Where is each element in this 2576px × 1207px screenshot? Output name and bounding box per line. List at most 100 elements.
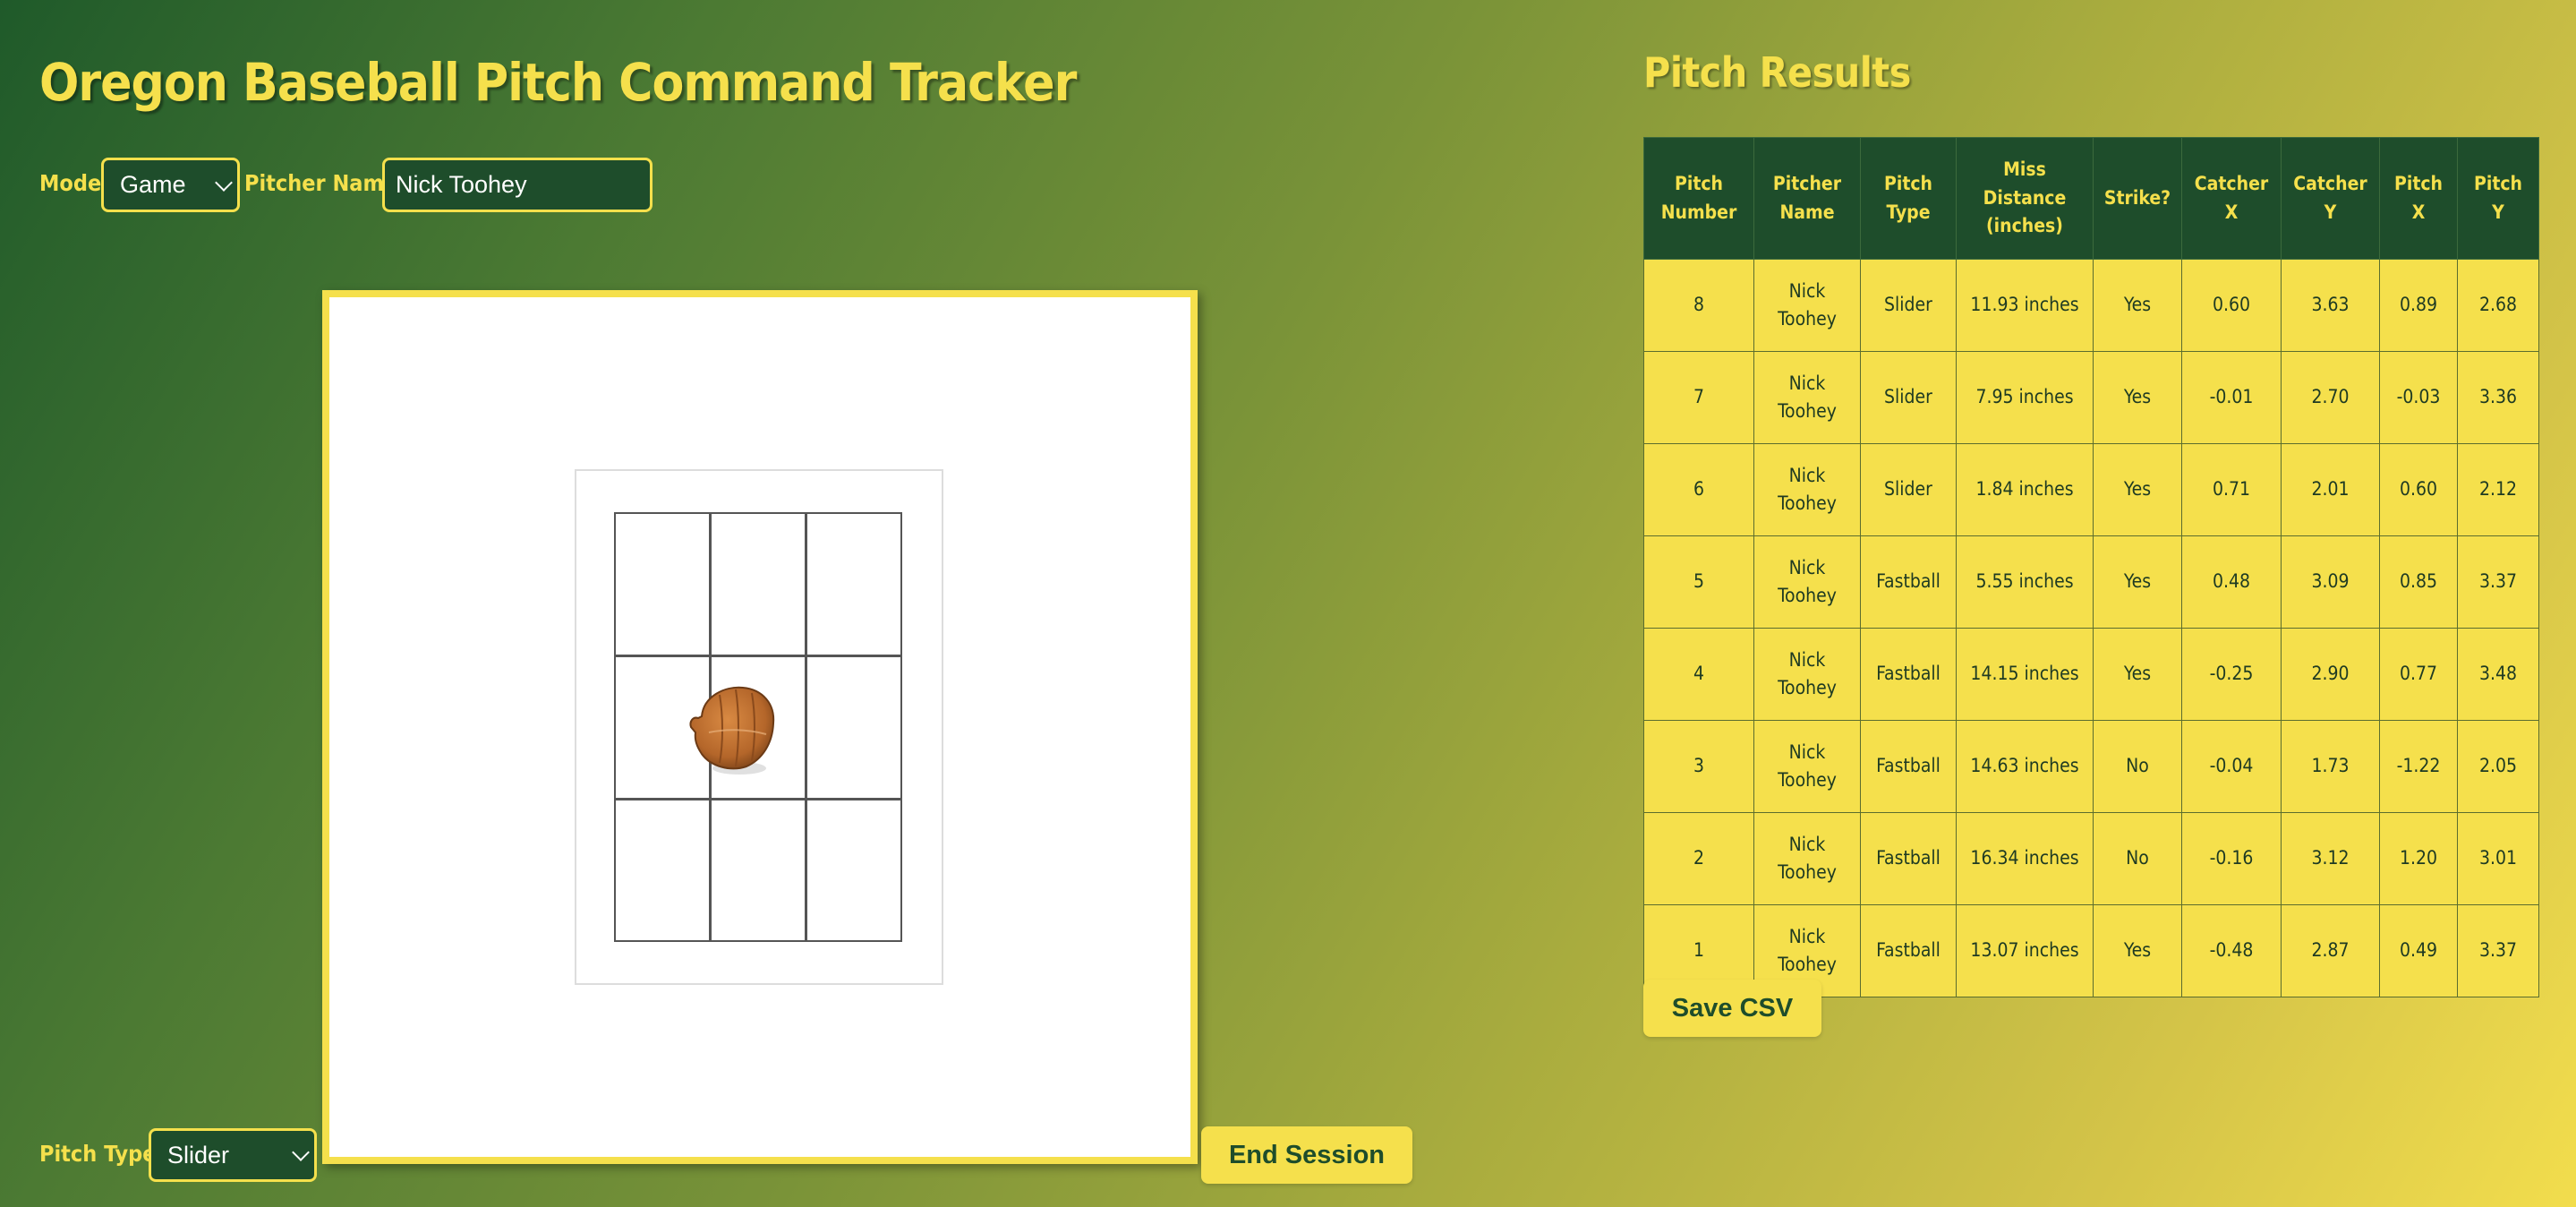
table-cell: 1.73 bbox=[2281, 720, 2380, 813]
table-cell: Yes bbox=[2093, 628, 2182, 721]
table-cell: 3 bbox=[1643, 720, 1754, 813]
table-cell: 0.71 bbox=[2181, 443, 2282, 536]
column-header: Strike? bbox=[2093, 137, 2182, 260]
table-row: 5 Nick Toohey Fastball 5.55 inches Yes 0.48 3.0… bbox=[1643, 535, 2539, 629]
table-cell: 13.07 inches bbox=[1956, 904, 2094, 997]
table-cell: 16.34 inches bbox=[1956, 812, 2094, 905]
table-cell: 1.84 inches bbox=[1956, 443, 2094, 536]
table-cell: 3.36 bbox=[2457, 351, 2539, 444]
column-header: Catcher X bbox=[2181, 137, 2282, 260]
table-cell: Nick Toohey bbox=[1753, 628, 1861, 721]
table-cell: Nick Toohey bbox=[1753, 535, 1861, 629]
table-cell: Nick Toohey bbox=[1753, 259, 1861, 352]
column-header-text: Pitch bbox=[1675, 173, 1723, 194]
mode-select[interactable]: Game bbox=[101, 158, 240, 212]
column-header-text: Y bbox=[2492, 201, 2504, 223]
table-cell: 3.37 bbox=[2457, 535, 2539, 629]
column-header-text: Y bbox=[2324, 201, 2337, 223]
catcher-glove-icon[interactable] bbox=[684, 681, 782, 781]
table-cell: 3.12 bbox=[2281, 812, 2380, 905]
table-cell: 0.48 bbox=[2181, 535, 2282, 629]
zone-divider bbox=[805, 514, 807, 940]
pitch-type-select[interactable]: Slider bbox=[149, 1128, 317, 1182]
table-cell: 0.89 bbox=[2379, 259, 2458, 352]
column-header-text: Strike? bbox=[2103, 186, 2171, 209]
mode-label: Mode: bbox=[39, 170, 110, 196]
table-cell: -0.48 bbox=[2181, 904, 2282, 997]
table-cell: Yes bbox=[2093, 535, 2182, 629]
table-cell: Nick Toohey bbox=[1753, 443, 1861, 536]
column-header: Pitch Y bbox=[2457, 137, 2539, 260]
table-cell: 6 bbox=[1643, 443, 1754, 536]
column-header-text: Pitch bbox=[1884, 173, 1932, 194]
column-header: Miss Distance (inches) bbox=[1956, 137, 2094, 260]
table-cell: Fastball bbox=[1860, 628, 1957, 721]
table-cell: Fastball bbox=[1860, 904, 1957, 997]
table-cell: 7.95 inches bbox=[1956, 351, 2094, 444]
column-header: Pitch X bbox=[2379, 137, 2458, 260]
column-header: Pitch Number bbox=[1643, 137, 1754, 260]
table-cell: Slider bbox=[1860, 443, 1957, 536]
table-cell: 2.70 bbox=[2281, 351, 2380, 444]
column-header-text: Pitch bbox=[2474, 173, 2522, 194]
zone-divider bbox=[616, 655, 900, 657]
column-header: Pitcher Name bbox=[1753, 137, 1861, 260]
column-header-text: Type bbox=[1886, 201, 1931, 223]
table-row: 3 Nick Toohey Fastball 14.63 inches No -0.04 1.… bbox=[1643, 720, 2539, 813]
column-header: Pitch Type bbox=[1860, 137, 1957, 260]
table-cell: 2.87 bbox=[2281, 904, 2380, 997]
table-cell: 0.49 bbox=[2379, 904, 2458, 997]
table-cell: -0.03 bbox=[2379, 351, 2458, 444]
table-cell: -0.16 bbox=[2181, 812, 2282, 905]
table-cell: 3.09 bbox=[2281, 535, 2380, 629]
table-cell: Yes bbox=[2093, 259, 2182, 352]
table-cell: 0.85 bbox=[2379, 535, 2458, 629]
table-cell: Yes bbox=[2093, 904, 2182, 997]
table-row: 8 Nick Toohey Slider 11.93 inches Yes 0.60 3.63… bbox=[1643, 259, 2539, 352]
table-row: 7 Nick Toohey Slider 7.95 inches Yes -0.01 2.70… bbox=[1643, 351, 2539, 444]
table-cell: 0.77 bbox=[2379, 628, 2458, 721]
column-header-text: Catcher bbox=[2293, 173, 2367, 194]
table-cell: 3.63 bbox=[2281, 259, 2380, 352]
column-header-text: Number bbox=[1660, 201, 1737, 223]
table-cell: No bbox=[2093, 720, 2182, 813]
table-cell: Fastball bbox=[1860, 535, 1957, 629]
column-header-text: X bbox=[2224, 201, 2239, 223]
column-header-text: Catcher bbox=[2194, 173, 2269, 194]
end-session-button[interactable]: End Session bbox=[1201, 1126, 1412, 1184]
results-table: Pitch Number Pitcher Name Pitch Type Miss Dista… bbox=[1643, 137, 2539, 997]
table-row: 2 Nick Toohey Fastball 16.34 inches No -0.16 3.… bbox=[1643, 812, 2539, 905]
table-cell: 7 bbox=[1643, 351, 1754, 444]
table-cell: Fastball bbox=[1860, 812, 1957, 905]
column-header-text: (inches) bbox=[1986, 215, 2063, 237]
table-cell: 4 bbox=[1643, 628, 1754, 721]
table-cell: No bbox=[2093, 812, 2182, 905]
table-cell: -0.01 bbox=[2181, 351, 2282, 444]
table-cell: Fastball bbox=[1860, 720, 1957, 813]
column-header-text: X bbox=[2411, 201, 2426, 223]
pitcher-name-input[interactable]: Nick Toohey bbox=[382, 158, 653, 212]
table-cell: Nick Toohey bbox=[1753, 812, 1861, 905]
table-cell: 2.90 bbox=[2281, 628, 2380, 721]
table-cell: -1.22 bbox=[2379, 720, 2458, 813]
column-header: Catcher Y bbox=[2281, 137, 2380, 260]
table-cell: 14.63 inches bbox=[1956, 720, 2094, 813]
table-cell: 3.37 bbox=[2457, 904, 2539, 997]
column-header-text: Pitcher bbox=[1772, 173, 1842, 194]
column-header-text: Pitch bbox=[2394, 173, 2443, 194]
table-cell: 5 bbox=[1643, 535, 1754, 629]
pitch-type-label: Pitch Type: bbox=[39, 1141, 165, 1167]
pitch-location-field[interactable] bbox=[322, 290, 1198, 1164]
zone-divider bbox=[616, 798, 900, 800]
save-csv-button[interactable]: Save CSV bbox=[1643, 980, 1821, 1037]
table-row: 4 Nick Toohey Fastball 14.15 inches Yes -0.25 2… bbox=[1643, 628, 2539, 721]
table-cell: 2.05 bbox=[2457, 720, 2539, 813]
results-title: Pitch Results bbox=[1643, 48, 1911, 97]
table-cell: 3.01 bbox=[2457, 812, 2539, 905]
table-cell: 2 bbox=[1643, 812, 1754, 905]
table-cell: -0.04 bbox=[2181, 720, 2282, 813]
table-cell: Slider bbox=[1860, 259, 1957, 352]
table-cell: 0.60 bbox=[2379, 443, 2458, 536]
table-cell: 2.12 bbox=[2457, 443, 2539, 536]
table-cell: Slider bbox=[1860, 351, 1957, 444]
